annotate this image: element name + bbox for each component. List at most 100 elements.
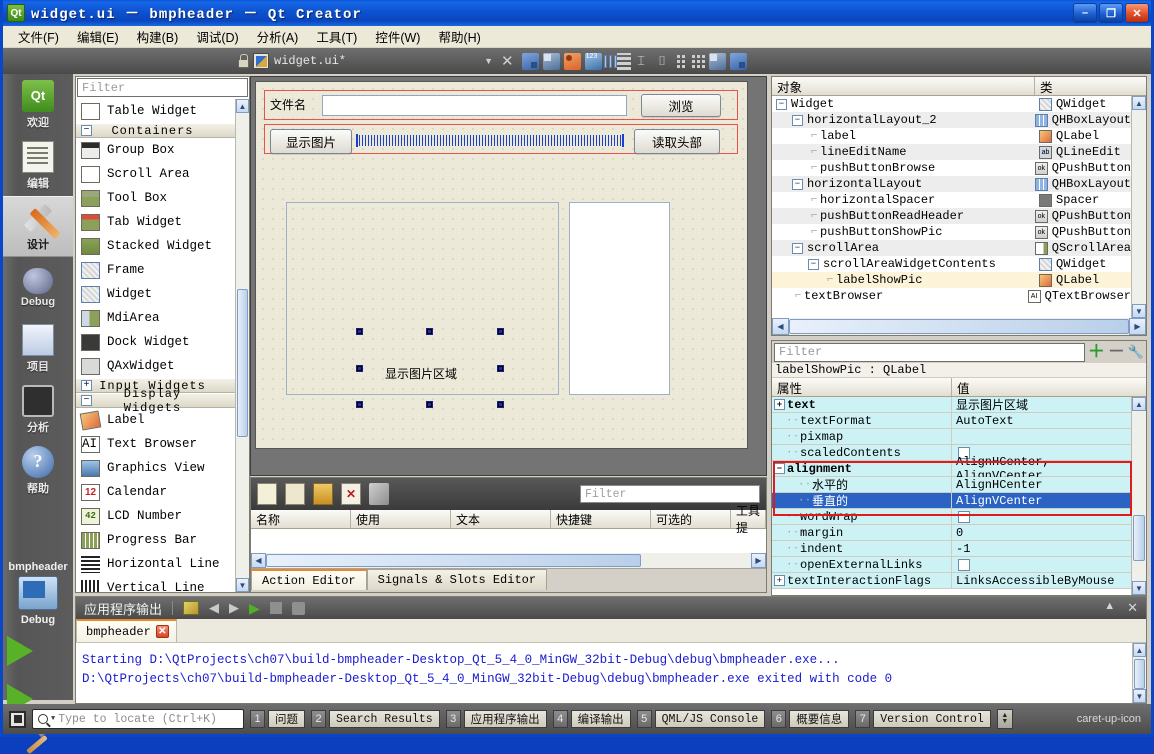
widget-item[interactable]: Vertical Line — [76, 576, 235, 592]
tab-action-editor[interactable]: Action Editor — [251, 569, 367, 590]
object-tree-row[interactable]: − Widget QWidget — [772, 96, 1131, 112]
object-tree-row[interactable]: ⌐ pushButtonShowPic ok QPushButton — [772, 224, 1131, 240]
form-button-readheader[interactable]: 读取头部 — [634, 129, 720, 154]
action-editor-hscrollbar[interactable]: ◀ ▶ — [251, 553, 766, 568]
layout-form-icon[interactable] — [673, 53, 690, 70]
status-pane-button[interactable]: 3 应用程序输出 — [445, 710, 547, 728]
target-selector[interactable]: bmpheader Debug — [3, 551, 73, 626]
status-pane-button[interactable]: 7 Version Control — [855, 710, 991, 728]
paste-icon[interactable] — [313, 483, 333, 505]
property-value[interactable]: -1 — [956, 542, 970, 556]
menu-tools[interactable]: 工具(T) — [307, 25, 366, 48]
widget-item[interactable]: Progress Bar — [76, 528, 235, 552]
wrench-icon[interactable]: 🔧 — [1128, 344, 1144, 360]
scroll-down-icon[interactable]: ▼ — [236, 578, 249, 592]
run-icon[interactable]: ▶ — [249, 600, 260, 617]
column-text[interactable]: 文本 — [451, 510, 551, 528]
property-row[interactable]: ··· textFormat AutoText — [772, 413, 1131, 429]
collapse-icon[interactable]: − — [81, 395, 92, 406]
widget-item[interactable]: Graphics View — [76, 456, 235, 480]
expand-icon[interactable]: + — [774, 399, 785, 410]
object-tree-row[interactable]: ⌐ textBrowser AI QTextBrowser — [772, 288, 1131, 304]
mode-welcome[interactable]: Qt 欢迎 — [3, 74, 73, 135]
menu-edit[interactable]: 编辑(E) — [68, 25, 128, 48]
selection-handle[interactable] — [497, 365, 504, 372]
scroll-up-icon[interactable]: ▲ — [1133, 643, 1146, 657]
status-pane-button[interactable]: 2 Search Results — [311, 710, 440, 728]
property-filter-input[interactable]: Filter — [774, 342, 1085, 362]
mode-analyze[interactable]: 分析 — [3, 379, 73, 440]
break-layout-icon[interactable] — [708, 52, 726, 70]
edit-widgets-icon[interactable] — [584, 52, 602, 70]
scroll-thumb[interactable] — [1134, 659, 1145, 689]
collapse-icon[interactable]: − — [792, 242, 803, 254]
close-output-icon[interactable]: ✕ — [1127, 600, 1138, 616]
layout-horizontal-icon[interactable] — [603, 53, 617, 70]
menu-help[interactable]: 帮助(H) — [429, 25, 489, 48]
property-value[interactable]: 0 — [956, 526, 963, 540]
scroll-up-icon[interactable]: ▲ — [1132, 397, 1146, 411]
widget-item[interactable]: 12 Calendar — [76, 480, 235, 504]
object-tree-row[interactable]: ⌐ pushButtonBrowse ok QPushButton — [772, 160, 1131, 176]
prev-item-icon[interactable]: ◀ — [209, 600, 219, 616]
close-button[interactable]: ✕ — [1125, 3, 1149, 23]
form-label-filename[interactable]: 文件名 — [270, 96, 322, 115]
stop-icon[interactable] — [269, 602, 282, 614]
output-text[interactable]: Starting D:\QtProjects\ch07\build-bmphea… — [76, 643, 1132, 703]
scroll-up-icon[interactable]: ▲ — [1132, 96, 1146, 110]
widget-item[interactable]: Dock Widget — [76, 330, 235, 354]
object-tree-row[interactable]: ⌐ label QLabel — [772, 128, 1131, 144]
widget-item[interactable]: Group Box — [76, 138, 235, 162]
collapse-icon[interactable]: − — [792, 178, 803, 190]
property-row[interactable]: ··· indent -1 — [772, 541, 1131, 557]
action-editor-filter-input[interactable]: Filter — [580, 485, 760, 503]
widget-box-filter-input[interactable]: Filter — [77, 78, 248, 97]
scroll-thumb[interactable] — [266, 554, 641, 567]
edit-buddies-icon[interactable] — [521, 52, 539, 70]
edit-signals-slots-icon[interactable] — [563, 52, 581, 70]
widget-item[interactable]: Widget — [76, 282, 235, 306]
output-pane-buttons[interactable]: 1 问题 2 Search Results 3 应用程序输出 4 编译输出 5 QML/JS Co… — [250, 710, 991, 728]
column-object[interactable]: 对象 — [772, 77, 1035, 95]
stop-icon[interactable] — [9, 710, 26, 728]
layout-grid-icon[interactable] — [690, 53, 707, 70]
form-canvas[interactable]: 文件名 浏览 显示图片 读取头部 显示图片区域 — [255, 81, 748, 449]
scroll-down-icon[interactable]: ▼ — [1133, 689, 1146, 703]
widget-item[interactable]: Frame — [76, 258, 235, 282]
maximize-output-icon[interactable]: ▲ — [1104, 600, 1115, 616]
column-name[interactable]: 名称 — [251, 510, 351, 528]
widget-item[interactable]: Scroll Area — [76, 162, 235, 186]
mode-projects[interactable]: 项目 — [3, 318, 73, 379]
collapse-icon[interactable]: − — [81, 125, 92, 136]
property-rows[interactable]: + text 显示图片区域 ··· textFormat AutoText ··· pixma… — [772, 397, 1131, 595]
menu-debug[interactable]: 调试(D) — [187, 25, 247, 48]
property-value[interactable]: 显示图片区域 — [956, 397, 1028, 413]
widget-item[interactable]: Tool Box — [76, 186, 235, 210]
mode-debug[interactable]: Debug — [3, 257, 73, 318]
column-value[interactable]: 值 — [952, 378, 1146, 396]
maximize-button[interactable]: ❐ — [1099, 3, 1123, 23]
object-tree-row[interactable]: − scrollArea QScrollArea — [772, 240, 1131, 256]
status-pane-button[interactable]: 4 编译输出 — [552, 710, 631, 728]
column-used[interactable]: 使用 — [351, 510, 451, 528]
output-tab-bmpheader[interactable]: bmpheader ✕ — [76, 619, 177, 642]
tab-signals-slots-editor[interactable]: Signals & Slots Editor — [366, 569, 548, 590]
menu-analyze[interactable]: 分析(A) — [248, 25, 308, 48]
selection-handle[interactable] — [426, 401, 433, 408]
collapse-icon[interactable]: − — [792, 114, 803, 126]
property-value[interactable]: AutoText — [956, 414, 1014, 428]
clear-icon[interactable] — [183, 601, 200, 615]
property-row[interactable]: ··· 水平的 AlignHCenter — [772, 477, 1131, 493]
lock-icon[interactable] — [235, 53, 249, 69]
mode-help[interactable]: ? 帮助 — [3, 440, 73, 501]
open-document-combo[interactable]: widget.ui* ▼ — [231, 53, 499, 69]
collapse-icon[interactable]: − — [808, 258, 819, 270]
scroll-down-icon[interactable]: ▼ — [1132, 581, 1146, 595]
object-tree-row[interactable]: − scrollAreaWidgetContents QWidget — [772, 256, 1131, 272]
close-document-button[interactable]: ✕ — [501, 52, 514, 70]
scroll-left-icon[interactable]: ◀ — [772, 318, 789, 335]
property-editor-scrollbar[interactable]: ▲ ▼ — [1131, 397, 1146, 595]
collapse-icon[interactable]: − — [774, 463, 785, 474]
property-checkbox[interactable] — [958, 558, 970, 571]
form-button-showpic[interactable]: 显示图片 — [270, 129, 352, 154]
